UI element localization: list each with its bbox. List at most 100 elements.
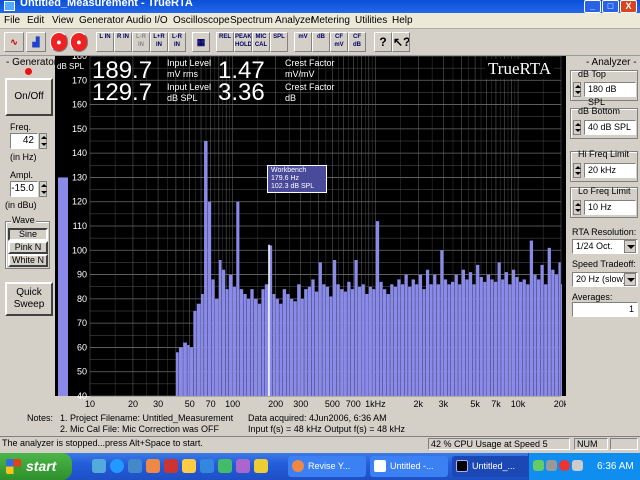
menu-utilities[interactable]: Utilities	[355, 15, 387, 26]
tray-security-icon[interactable]	[559, 460, 570, 471]
menu-view[interactable]: View	[52, 15, 74, 26]
task-untitled-doc[interactable]: Untitled -...	[370, 456, 448, 477]
menu-oscilloscope[interactable]: Oscilloscope	[173, 15, 230, 26]
ampl-input[interactable]: -15.0	[10, 181, 38, 197]
y-tick-label: 180	[72, 56, 87, 61]
spectrum-bar	[193, 311, 197, 396]
x-tick-label: 300	[293, 399, 308, 409]
spectrum-bar	[304, 289, 308, 396]
spectrum-bar	[322, 284, 326, 396]
quicklaunch-media-icon[interactable]	[128, 459, 142, 473]
l-r-in-button[interactable]: L-R IN	[168, 32, 186, 52]
minimize-button[interactable]: _	[584, 0, 601, 13]
spectrum-bar	[486, 274, 491, 396]
db-top-spinner[interactable]	[573, 82, 581, 97]
mic-cal-button[interactable]: MIC CAL	[252, 32, 270, 52]
quicklaunch-app4-icon[interactable]	[254, 459, 268, 473]
stop-button[interactable]: ●	[50, 32, 68, 52]
spectrum-bar	[544, 284, 548, 396]
tooltip-title: Workbench	[271, 167, 307, 174]
wave-pink-noise-button[interactable]: Pink N	[8, 241, 48, 254]
l-minus-r-in-button[interactable]: L-R IN	[132, 32, 150, 52]
db-button[interactable]: dB	[312, 32, 330, 52]
speed-tradeoff-dropdown-icon[interactable]	[624, 273, 636, 286]
lo-freq-spinner[interactable]	[573, 200, 581, 215]
right-in-button[interactable]: R IN	[114, 32, 132, 52]
spectrum-bar	[465, 279, 469, 396]
freq-spinner[interactable]	[39, 133, 47, 149]
record-button[interactable]: ●	[70, 32, 88, 52]
spectrum-bar	[243, 294, 247, 396]
tray-network-icon[interactable]	[533, 460, 544, 471]
y-tick-label: 140	[72, 148, 87, 158]
help-button[interactable]: ?	[374, 32, 392, 52]
start-button[interactable]: start	[0, 453, 72, 480]
hi-freq-spinner[interactable]	[573, 163, 581, 178]
averages-input[interactable]: 1	[572, 302, 638, 317]
oscilloscope-mode-button[interactable]: ∿	[4, 32, 24, 52]
quicklaunch-app2-icon[interactable]	[218, 459, 232, 473]
quicklaunch-folder-icon[interactable]	[182, 459, 196, 473]
spectrum-bar	[468, 272, 473, 396]
menu-edit[interactable]: Edit	[27, 15, 44, 26]
left-in-button[interactable]: L IN	[96, 32, 114, 52]
app-window: Untitled_Measurement - TrueRTA _ □ X Fil…	[0, 0, 640, 480]
menu-generator[interactable]: Generator	[79, 15, 124, 26]
mv-button[interactable]: mV	[294, 32, 312, 52]
spectrum-bar	[211, 279, 215, 396]
wave-white-noise-button[interactable]: White N	[8, 254, 48, 267]
close-button[interactable]: X	[620, 0, 637, 13]
quicklaunch-ie-icon[interactable]	[110, 459, 124, 473]
ampl-spinner[interactable]	[39, 181, 47, 197]
menu-help[interactable]: Help	[392, 15, 413, 26]
generator-onoff-button[interactable]: On/Off	[5, 78, 53, 116]
start-label: start	[26, 458, 57, 474]
task-revise[interactable]: Revise Y...	[288, 456, 366, 477]
hi-freq-input[interactable]: 20 kHz	[584, 163, 636, 178]
menu-file[interactable]: File	[4, 15, 20, 26]
db-bottom-spinner[interactable]	[573, 120, 581, 135]
context-help-button[interactable]: ↖?	[392, 32, 410, 52]
tray-app-icon[interactable]	[572, 460, 583, 471]
menu-metering[interactable]: Metering	[311, 15, 350, 26]
menu-audio-io[interactable]: Audio I/O	[126, 15, 168, 26]
crest-factor-db-value: 3.36	[218, 79, 265, 106]
x-tick-label: 10	[85, 399, 95, 409]
input-level-spl-value: 129.7	[92, 79, 153, 106]
rta-resolution-dropdown-icon[interactable]	[624, 240, 636, 253]
grid-button[interactable]: ▦	[192, 32, 210, 52]
rta-resolution-label: RTA Resolution:	[572, 227, 637, 237]
generator-led-icon	[25, 68, 32, 75]
spectrum-bar	[207, 201, 212, 396]
db-bottom-input[interactable]: 40 dB SPL	[584, 120, 636, 135]
quicklaunch-app-icon[interactable]	[164, 459, 178, 473]
l-plus-r-in-button[interactable]: L+R IN	[150, 32, 168, 52]
clock[interactable]: 6:36 AM	[597, 461, 634, 472]
wave-sine-button[interactable]: Sine	[8, 228, 48, 241]
input-level-mv-unit: mV rms	[167, 69, 198, 79]
peak-hold-button[interactable]: PEAK HOLD	[234, 32, 252, 52]
spl-button[interactable]: SPL	[270, 32, 288, 52]
x-tick-label: 30	[153, 399, 163, 409]
menu-spectrum-analyzer[interactable]: Spectrum Analyzer	[230, 15, 314, 26]
quicklaunch-firefox-icon[interactable]	[146, 459, 160, 473]
cf-db-button[interactable]: CF dB	[348, 32, 366, 52]
quicklaunch-mail-icon[interactable]	[200, 459, 214, 473]
freq-input[interactable]: 42	[10, 133, 38, 149]
quicklaunch-desktop-icon[interactable]	[92, 459, 106, 473]
sine-wave-icon: ∿	[10, 37, 18, 47]
task-truerta[interactable]: Untitled_...	[452, 456, 530, 477]
tray-volume-icon[interactable]	[546, 460, 557, 471]
spectrum-bar	[476, 264, 480, 396]
cf-mv-button[interactable]: CF mV	[330, 32, 348, 52]
db-top-input[interactable]: 180 dB SPL	[584, 82, 636, 107]
spectrum-mode-button[interactable]: ▟	[26, 32, 46, 52]
lo-freq-input[interactable]: 10 Hz	[584, 200, 636, 215]
maximize-button[interactable]: □	[602, 0, 619, 13]
rel-button[interactable]: REL	[216, 32, 234, 52]
title-bar[interactable]: Untitled_Measurement - TrueRTA _ □ X	[0, 0, 640, 13]
spectrum-bar	[214, 298, 219, 396]
quicklaunch-app3-icon[interactable]	[236, 459, 250, 473]
quick-sweep-button[interactable]: Quick Sweep	[5, 282, 53, 316]
spectrum-chart[interactable]: 40 50 60 70 80 90 100 110 120 130 140 150 160 170 180 1…	[55, 51, 569, 413]
